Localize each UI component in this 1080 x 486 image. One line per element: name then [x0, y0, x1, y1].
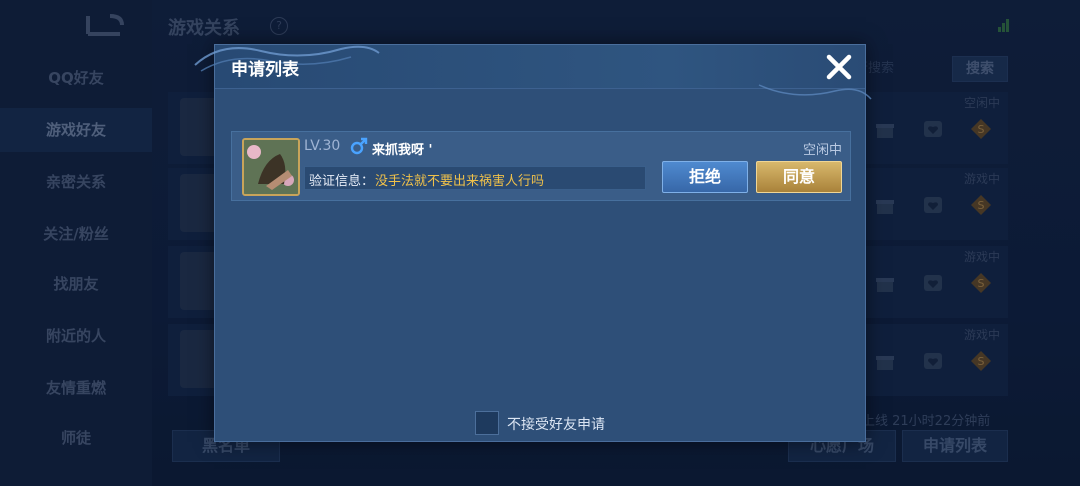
avatar-image-icon: [244, 140, 298, 194]
verify-message: 没手法就不要出来祸害人行吗: [375, 174, 545, 189]
player-level: LV.30: [304, 138, 341, 154]
close-icon[interactable]: [823, 51, 855, 83]
reject-requests-checkbox[interactable]: [475, 411, 499, 435]
decorative-swirl-icon: [758, 84, 872, 100]
player-status: 空闲中: [802, 143, 842, 158]
request-list-dialog: 申请列表 LV.30 来抓我呀 ' 空闲中 验证信息： 没手法就不要出来祸害人行…: [194, 44, 872, 442]
player-name: 来抓我呀 ': [372, 143, 433, 158]
verify-message-box: 验证信息： 没手法就不要出来祸害人行吗: [304, 166, 713, 190]
checkbox-label: 不接受好友申请: [507, 417, 605, 433]
reject-button[interactable]: 拒绝: [662, 161, 748, 193]
accept-button[interactable]: 同意: [756, 161, 842, 193]
verify-label: 验证信息：: [309, 174, 375, 189]
male-gender-icon: [350, 137, 368, 155]
avatar[interactable]: [242, 138, 300, 196]
dialog-title: 申请列表: [231, 60, 299, 80]
request-row: LV.30 来抓我呀 ' 空闲中 验证信息： 没手法就不要出来祸害人行吗 拒绝 …: [231, 131, 851, 201]
